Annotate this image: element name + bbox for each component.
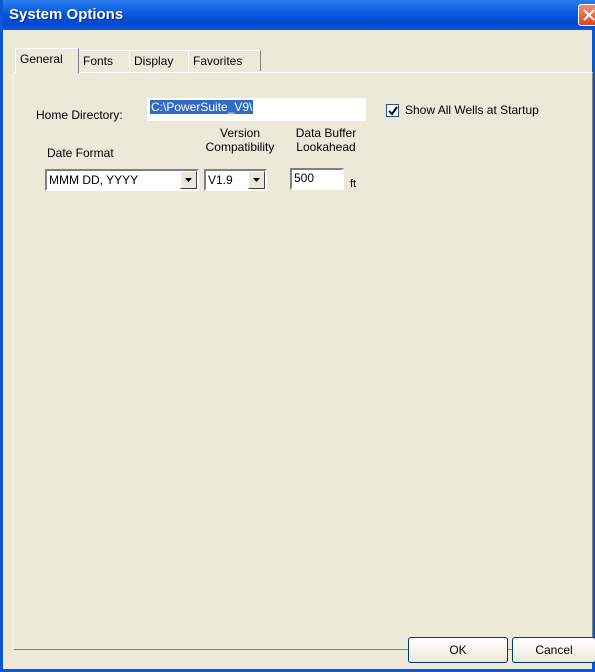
close-button[interactable] [578,4,595,26]
home-directory-input[interactable]: C:\PowerSuite_V9\ [147,98,366,121]
data-buffer-value: 500 [294,171,315,185]
data-buffer-label: Data Buffer Lookahead [290,126,362,154]
cancel-button[interactable]: Cancel [512,637,595,663]
home-directory-value: C:\PowerSuite_V9\ [150,100,254,114]
data-buffer-input[interactable]: 500 [290,168,344,190]
tab-display-label: Display [134,54,174,68]
version-dropdown-button[interactable] [248,171,265,189]
tab-fonts[interactable]: Fonts [78,50,130,71]
version-compatibility-select[interactable]: V1.9 [204,169,267,191]
version-label-line2: Compatibility [205,140,275,154]
home-directory-label: Home Directory: [36,108,123,122]
version-compatibility-label: Version Compatibility [204,126,276,154]
tab-fonts-label: Fonts [83,54,114,68]
chevron-down-icon [185,178,192,182]
tab-general[interactable]: General [15,48,79,73]
tab-general-label: General [20,52,63,66]
version-label-line1: Version [219,126,261,140]
tab-favorites-label: Favorites [193,54,243,68]
date-format-dropdown-button[interactable] [180,171,197,189]
system-options-dialog: System Options General Fonts Display Fav… [0,0,595,672]
tab-display[interactable]: Display [129,50,189,71]
checkmark-icon [388,106,398,116]
version-value: V1.9 [208,173,233,187]
date-format-label: Date Format [47,146,114,160]
buffer-label-line2: Lookahead [296,140,356,154]
buffer-label-line1: Data Buffer [295,126,357,140]
show-all-wells-label: Show All Wells at Startup [405,103,539,117]
show-all-wells-checkbox[interactable] [386,104,399,117]
date-format-value: MMM DD, YYYY [49,173,139,187]
chevron-down-icon [253,178,260,182]
title-bar[interactable]: System Options [3,0,595,30]
tab-favorites[interactable]: Favorites [188,50,261,71]
ok-button[interactable]: OK [408,637,508,663]
date-format-select[interactable]: MMM DD, YYYY [45,169,199,191]
data-buffer-unit: ft [350,178,357,190]
close-icon [583,9,595,21]
window-title: System Options [9,6,124,23]
